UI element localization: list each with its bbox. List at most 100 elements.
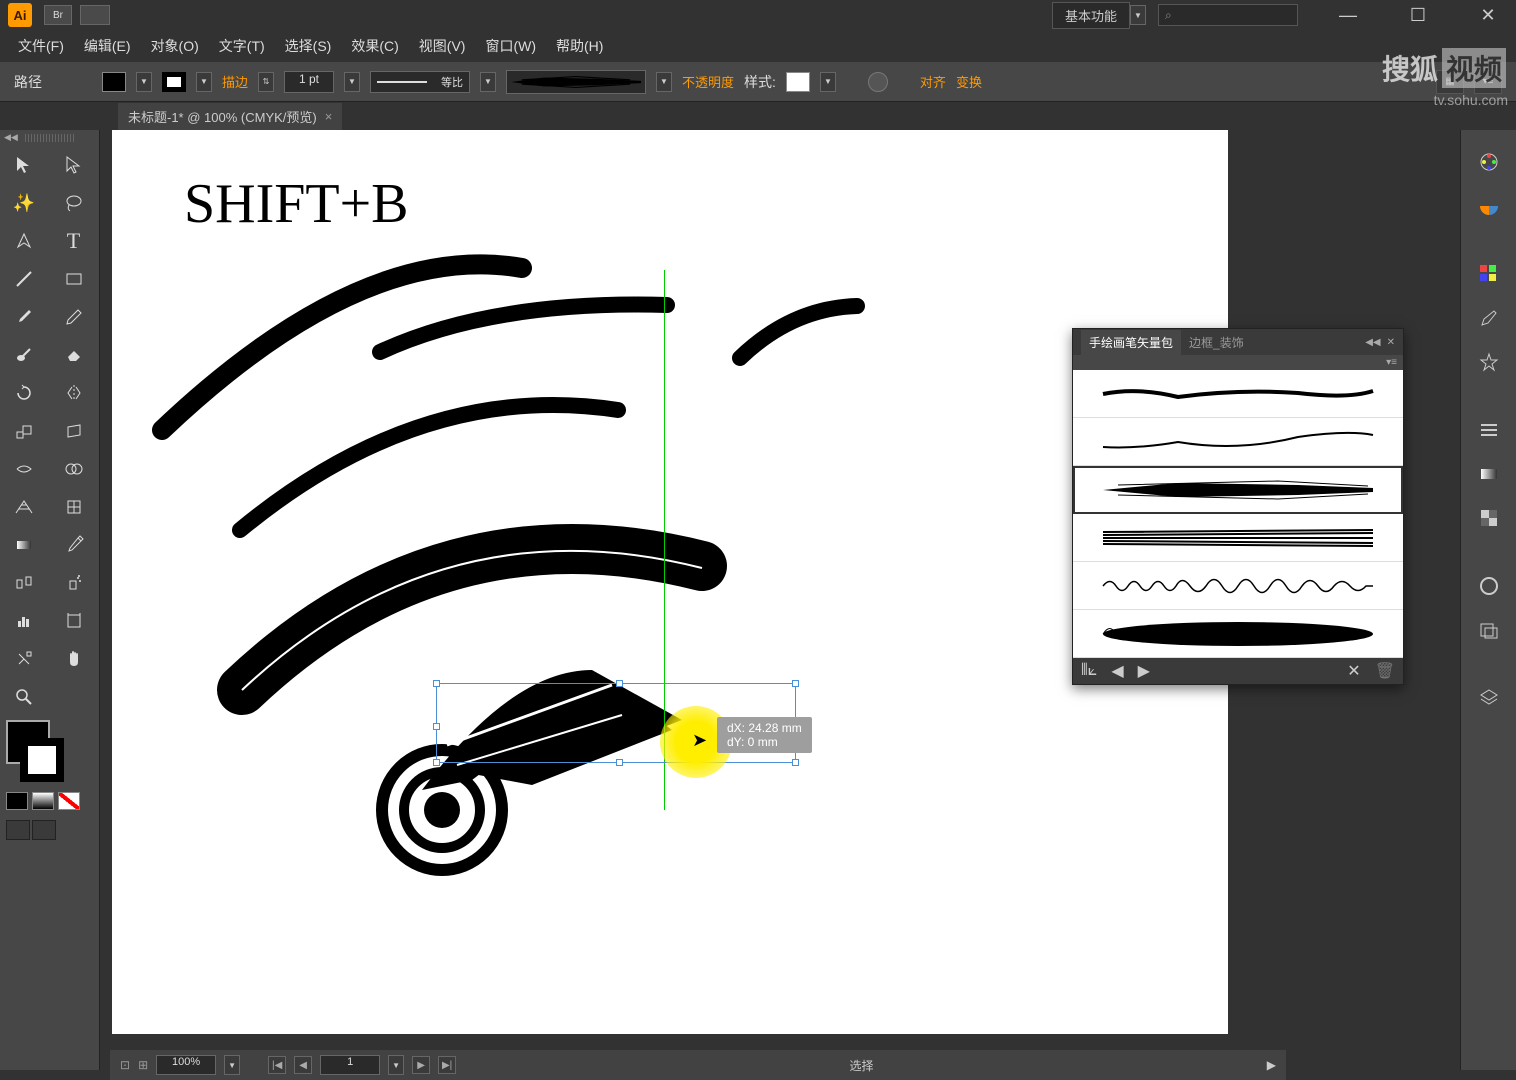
maximize-button[interactable]: ☐ (1398, 3, 1438, 27)
swatches-panel-icon[interactable] (1469, 254, 1509, 294)
zoom-input[interactable]: 100% (156, 1055, 216, 1075)
close-tab-icon[interactable]: × (325, 109, 333, 124)
selection-handle[interactable] (433, 723, 440, 730)
status-menu-icon[interactable]: ▶ (1267, 1058, 1276, 1072)
graphic-styles-panel-icon[interactable] (1469, 610, 1509, 650)
workspace-dropdown-icon[interactable]: ▼ (1130, 5, 1146, 25)
transparency-panel-icon[interactable] (1469, 498, 1509, 538)
rectangle-tool[interactable] (50, 260, 98, 298)
layers-panel-icon[interactable] (1469, 678, 1509, 718)
free-transform-tool[interactable] (50, 412, 98, 450)
document-tab[interactable]: 未标题-1* @ 100% (CMYK/预览) × (118, 103, 342, 130)
menu-file[interactable]: 文件(F) (18, 36, 64, 56)
column-graph-tool[interactable] (0, 602, 48, 640)
stroke-label[interactable]: 描边 (222, 72, 248, 91)
status-icon[interactable]: ⊡ (120, 1058, 130, 1072)
eyedropper-tool[interactable] (50, 526, 98, 564)
brushes-panel[interactable]: 手绘画笔矢量包 边框_装饰 ◀◀ ✕ ▾≡ ⫴⟀ ◀ ▶ (1072, 328, 1404, 685)
workspace-switcher[interactable]: 基本功能 (1052, 2, 1130, 29)
status-icon2[interactable]: ⊞ (138, 1058, 148, 1072)
width-profile-selector[interactable]: 等比 (370, 71, 470, 93)
stroke-weight-dropdown-icon[interactable]: ▼ (344, 72, 360, 92)
profile-dropdown-icon[interactable]: ▼ (480, 72, 496, 92)
bridge-icon[interactable]: Br (44, 5, 72, 25)
selection-handle[interactable] (433, 680, 440, 687)
hand-tool[interactable] (50, 640, 98, 678)
menu-edit[interactable]: 编辑(E) (84, 36, 131, 56)
shape-builder-tool[interactable] (50, 450, 98, 488)
minimize-button[interactable]: — (1328, 3, 1368, 27)
color-mode-swatch[interactable] (6, 792, 28, 810)
prev-artboard-button[interactable]: ◀ (294, 1056, 312, 1074)
brushes-panel-header[interactable]: 手绘画笔矢量包 边框_装饰 ◀◀ ✕ (1073, 329, 1403, 355)
stroke-weight-down-icon[interactable]: ⇅ (258, 72, 274, 92)
transform-label[interactable]: 变换 (956, 72, 982, 91)
menu-type[interactable]: 文字(T) (219, 36, 265, 56)
perspective-grid-tool[interactable] (0, 488, 48, 526)
direct-selection-tool[interactable] (50, 146, 98, 184)
brush-dropdown-icon[interactable]: ▼ (656, 72, 672, 92)
gradient-panel-icon[interactable] (1469, 454, 1509, 494)
brush-item[interactable] (1073, 562, 1403, 610)
selection-handle[interactable] (792, 680, 799, 687)
brush-delete-icon[interactable]: 🗑 (1375, 661, 1395, 681)
slice-tool[interactable] (0, 640, 48, 678)
menu-select[interactable]: 选择(S) (285, 36, 332, 56)
recolor-artwork-icon[interactable] (868, 72, 888, 92)
reflect-tool[interactable] (50, 374, 98, 412)
fill-swatch[interactable] (102, 72, 126, 92)
type-tool[interactable]: T (50, 222, 98, 260)
full-screen-mode[interactable] (32, 820, 56, 840)
pen-tool[interactable] (0, 222, 48, 260)
gradient-mode-swatch[interactable] (32, 792, 54, 810)
stroke-panel-icon[interactable] (1469, 410, 1509, 450)
mesh-tool[interactable] (50, 488, 98, 526)
menu-view[interactable]: 视图(V) (419, 36, 466, 56)
arrange-documents-icon[interactable] (80, 5, 110, 25)
panel-collapse-icon[interactable]: ◀◀ (1365, 337, 1380, 348)
pencil-tool[interactable] (50, 298, 98, 336)
style-dropdown-icon[interactable]: ▼ (820, 72, 836, 92)
stroke-dropdown-icon[interactable]: ▼ (196, 72, 212, 92)
selection-handle[interactable] (616, 680, 623, 687)
width-tool[interactable] (0, 450, 48, 488)
brush-list[interactable] (1073, 370, 1403, 658)
search-input[interactable]: ⌕ (1158, 4, 1298, 26)
tools-collapse-icon[interactable]: ◀◀ (4, 132, 18, 143)
menu-effect[interactable]: 效果(C) (351, 36, 398, 56)
next-artboard-button[interactable]: ▶ (412, 1056, 430, 1074)
brush-options-icon[interactable]: ✕ (1347, 661, 1360, 681)
rotate-tool[interactable] (0, 374, 48, 412)
artboard-dropdown-icon[interactable]: ▼ (388, 1055, 404, 1075)
blend-tool[interactable] (0, 564, 48, 602)
selection-handle[interactable] (433, 759, 440, 766)
menu-window[interactable]: 窗口(W) (485, 36, 536, 56)
artboard-input[interactable]: 1 (320, 1055, 380, 1075)
color-guide-panel-icon[interactable] (1469, 186, 1509, 226)
normal-screen-mode[interactable] (6, 820, 30, 840)
magic-wand-tool[interactable]: ✨ (0, 184, 48, 222)
blob-brush-tool[interactable] (0, 336, 48, 374)
symbols-panel-icon[interactable] (1469, 342, 1509, 382)
brush-item[interactable] (1073, 514, 1403, 562)
selection-handle[interactable] (792, 759, 799, 766)
opacity-label[interactable]: 不透明度 (682, 72, 734, 91)
stroke-swatch[interactable] (162, 72, 186, 92)
none-mode-swatch[interactable] (58, 792, 80, 810)
brushes-panel-tab-inactive[interactable]: 边框_装饰 (1181, 330, 1252, 355)
color-panel-icon[interactable] (1469, 142, 1509, 182)
brushes-panel-tab-active[interactable]: 手绘画笔矢量包 (1081, 330, 1181, 355)
stroke-weight-input[interactable]: 1 pt (284, 71, 334, 93)
symbol-sprayer-tool[interactable] (50, 564, 98, 602)
panel-menu-icon[interactable]: ▾≡ (1386, 357, 1397, 368)
artboard[interactable]: SHIFT+B (112, 130, 1228, 1034)
tools-grip-icon[interactable] (25, 134, 75, 142)
first-artboard-button[interactable]: |◀ (268, 1056, 286, 1074)
zoom-tool[interactable] (0, 678, 48, 716)
align-label[interactable]: 对齐 (920, 72, 946, 91)
brush-item-selected[interactable] (1073, 466, 1403, 514)
brush-library-icon[interactable]: ⫴⟀ (1081, 662, 1097, 680)
artboard-tool[interactable] (50, 602, 98, 640)
selection-tool[interactable] (0, 146, 48, 184)
appearance-panel-icon[interactable] (1469, 566, 1509, 606)
